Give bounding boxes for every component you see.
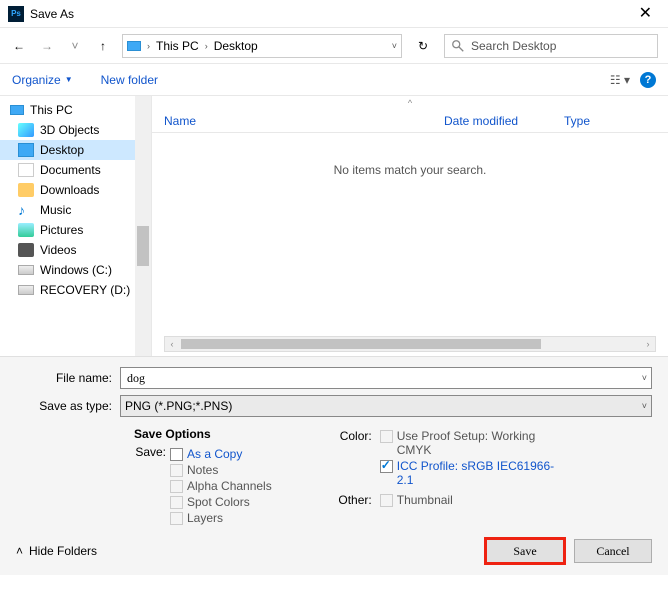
save-options-heading: Save Options (134, 427, 272, 441)
crumb-desktop[interactable]: Desktop (214, 39, 258, 53)
view-options-button[interactable]: ☷ ▾ (610, 73, 630, 87)
alpha-label: Alpha Channels (187, 479, 272, 493)
notes-label: Notes (187, 463, 218, 477)
filetype-value: PNG (*.PNG;*.PNS) (125, 399, 232, 413)
tree-documents[interactable]: Documents (0, 160, 151, 180)
search-input[interactable]: Search Desktop (444, 34, 658, 58)
horizontal-scrollbar[interactable]: ‹ › (164, 336, 656, 352)
tree-drive-d[interactable]: RECOVERY (D:) (0, 280, 151, 300)
music-icon: ♪ (18, 203, 34, 217)
color-label: Color: (332, 429, 376, 443)
breadcrumb-history-icon[interactable]: ˅ (392, 41, 397, 51)
column-name[interactable]: Name (164, 114, 444, 128)
proof-checkbox (380, 430, 393, 443)
layers-checkbox (170, 512, 183, 525)
scrollbar-thumb[interactable] (181, 339, 541, 349)
scroll-left-icon[interactable]: ‹ (165, 337, 179, 351)
icc-checkbox[interactable] (380, 460, 393, 473)
icc-label[interactable]: ICC Profile: sRGB IEC61966-2.1 (397, 459, 557, 487)
empty-message: No items match your search. (152, 133, 668, 207)
back-icon[interactable]: ← (10, 39, 28, 53)
up-icon[interactable]: ↑ (94, 39, 112, 53)
pc-icon (127, 41, 141, 51)
search-icon (451, 39, 465, 53)
filetype-label: Save as type: (16, 399, 120, 413)
column-date[interactable]: Date modified (444, 114, 564, 128)
cancel-button[interactable]: Cancel (574, 539, 652, 563)
chevron-right-icon[interactable]: › (203, 41, 210, 51)
desktop-icon (18, 143, 34, 157)
close-icon[interactable]: ✕ (631, 2, 660, 26)
organize-button[interactable]: Organize ▼ (12, 73, 73, 87)
chevron-up-icon: ˄ (16, 544, 23, 558)
spot-label: Spot Colors (187, 495, 250, 509)
column-type[interactable]: Type (564, 114, 656, 128)
scrollbar-thumb[interactable] (137, 226, 149, 266)
save-button[interactable]: Save (486, 539, 564, 563)
as-copy-checkbox[interactable] (170, 448, 183, 461)
tree-desktop[interactable]: Desktop (0, 140, 151, 160)
search-placeholder: Search Desktop (471, 39, 556, 53)
save-label: Save: (134, 445, 170, 527)
pictures-icon (18, 223, 34, 237)
refresh-icon[interactable]: ↻ (412, 39, 434, 53)
chevron-right-icon[interactable]: › (145, 41, 152, 51)
crumb-this-pc[interactable]: This PC (156, 39, 199, 53)
filename-field[interactable] (125, 370, 642, 387)
window-title: Save As (30, 7, 631, 21)
tree-3d-objects[interactable]: 3D Objects (0, 120, 151, 140)
tree-scrollbar[interactable] (135, 96, 151, 356)
drive-icon (18, 265, 34, 275)
tree-this-pc[interactable]: This PC (0, 100, 151, 120)
tree-videos[interactable]: Videos (0, 240, 151, 260)
3d-icon (18, 123, 34, 137)
alpha-checkbox (170, 480, 183, 493)
tree-music[interactable]: ♪Music (0, 200, 151, 220)
breadcrumb[interactable]: › This PC › Desktop ˅ (122, 34, 402, 58)
recent-dropdown-icon[interactable]: ˅ (66, 39, 84, 53)
thumbnail-checkbox (380, 494, 393, 507)
scroll-right-icon[interactable]: › (641, 337, 655, 351)
hide-folders-button[interactable]: ˄ Hide Folders (16, 544, 97, 558)
layers-label: Layers (187, 511, 223, 525)
filename-input[interactable]: ˅ (120, 367, 652, 389)
filetype-select[interactable]: PNG (*.PNG;*.PNS) ˅ (120, 395, 652, 417)
sort-indicator-icon[interactable]: ^ (152, 96, 668, 110)
downloads-icon (18, 183, 34, 197)
other-label: Other: (332, 493, 376, 507)
app-icon: Ps (8, 6, 24, 22)
filename-label: File name: (16, 371, 120, 385)
documents-icon (18, 163, 34, 177)
nav-tree: This PC 3D Objects Desktop Documents Dow… (0, 96, 152, 356)
pc-icon (10, 105, 24, 115)
thumbnail-label: Thumbnail (397, 493, 453, 507)
tree-drive-c[interactable]: Windows (C:) (0, 260, 151, 280)
dropdown-icon[interactable]: ˅ (642, 401, 647, 411)
drive-icon (18, 285, 34, 295)
proof-label: Use Proof Setup: Working CMYK (397, 429, 557, 457)
tree-downloads[interactable]: Downloads (0, 180, 151, 200)
forward-icon: → (38, 39, 56, 53)
filename-history-icon[interactable]: ˅ (642, 373, 647, 383)
new-folder-button[interactable]: New folder (101, 73, 158, 87)
as-copy-label[interactable]: As a Copy (187, 447, 242, 461)
videos-icon (18, 243, 34, 257)
notes-checkbox (170, 464, 183, 477)
help-icon[interactable]: ? (640, 72, 656, 88)
tree-pictures[interactable]: Pictures (0, 220, 151, 240)
spot-checkbox (170, 496, 183, 509)
